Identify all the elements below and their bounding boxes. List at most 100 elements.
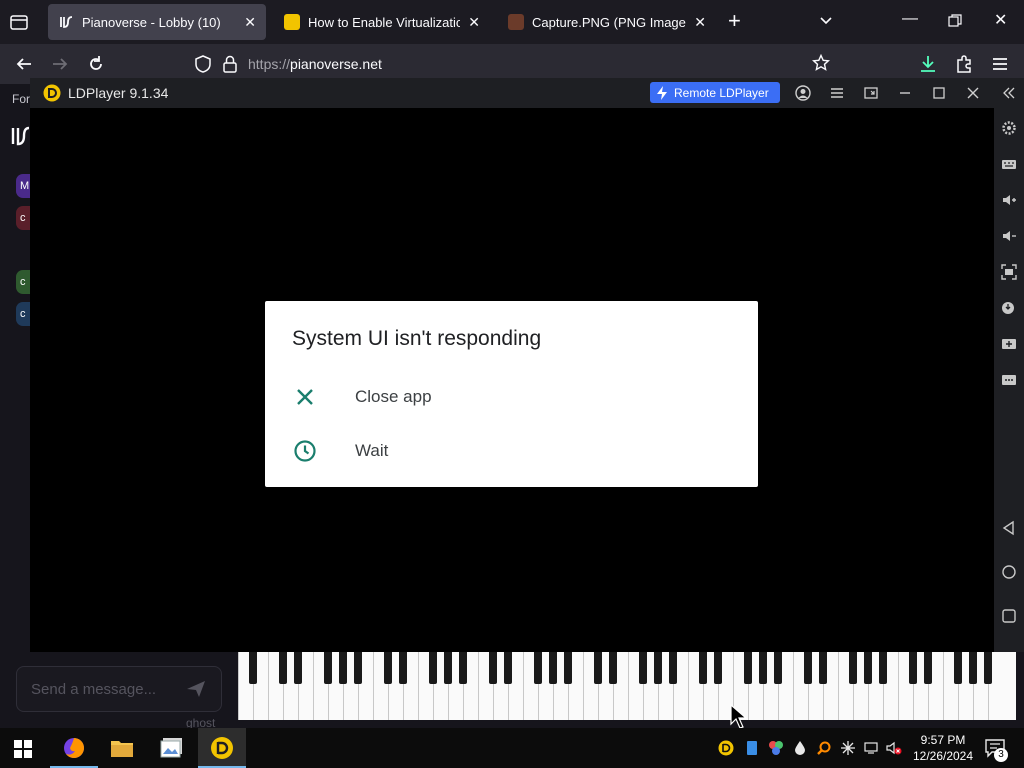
android-home-icon[interactable]	[1001, 564, 1017, 580]
piano-black-key[interactable]	[714, 652, 722, 684]
new-tab-button[interactable]: +	[728, 10, 741, 32]
piano-black-key[interactable]	[459, 652, 467, 684]
firefox-taskbar-app[interactable]	[50, 728, 98, 768]
piano-white-key[interactable]	[898, 652, 899, 720]
menu-hamburger-icon[interactable]	[990, 54, 1010, 74]
piano-white-key[interactable]	[418, 652, 419, 720]
piano-black-key[interactable]	[954, 652, 962, 684]
tab-close-icon[interactable]: ✕	[244, 14, 256, 31]
piano-white-key[interactable]	[313, 652, 314, 720]
screenshot-icon[interactable]	[1001, 264, 1017, 280]
more-options-icon[interactable]	[1001, 372, 1017, 388]
user-chip[interactable]: c	[16, 270, 30, 294]
piano-white-key[interactable]	[628, 652, 629, 720]
close-window-button[interactable]: ✕	[994, 10, 1007, 30]
piano-black-key[interactable]	[564, 652, 572, 684]
user-chip[interactable]: c	[16, 302, 30, 326]
lock-icon[interactable]	[222, 54, 238, 74]
piano-black-key[interactable]	[924, 652, 932, 684]
apk-install-icon[interactable]	[1001, 300, 1017, 316]
tab-capture-image[interactable]: Capture.PNG (PNG Image, 172 ✕	[498, 4, 716, 40]
system-clock[interactable]: 9:57 PM 12/26/2024	[908, 732, 978, 764]
piano-black-key[interactable]	[984, 652, 992, 684]
piano-white-key[interactable]	[523, 652, 524, 720]
piano-black-key[interactable]	[249, 652, 257, 684]
piano-white-key[interactable]	[478, 652, 479, 720]
menu-icon[interactable]	[828, 84, 846, 102]
tablet-tray-icon[interactable]	[744, 740, 760, 756]
shield-icon[interactable]	[194, 54, 212, 74]
piano-black-key[interactable]	[294, 652, 302, 684]
network-tray-icon[interactable]	[864, 740, 880, 756]
piano-white-key[interactable]	[838, 652, 839, 720]
piano-black-key[interactable]	[444, 652, 452, 684]
account-icon[interactable]	[794, 84, 812, 102]
piano-black-key[interactable]	[399, 652, 407, 684]
pianoverse-logo-icon[interactable]	[10, 124, 30, 148]
tab-list-icon[interactable]	[8, 11, 30, 33]
piano-keyboard[interactable]	[238, 652, 1016, 720]
piano-white-key[interactable]	[688, 652, 689, 720]
bookmark-star-icon[interactable]	[812, 54, 830, 72]
screen-mode-icon[interactable]	[862, 84, 880, 102]
piano-black-key[interactable]	[819, 652, 827, 684]
wait-option[interactable]: Wait	[265, 427, 758, 475]
piano-black-key[interactable]	[609, 652, 617, 684]
reload-icon[interactable]	[86, 54, 106, 74]
volume-up-icon[interactable]	[1001, 192, 1017, 208]
piano-black-key[interactable]	[489, 652, 497, 684]
android-recents-icon[interactable]	[1001, 608, 1017, 624]
piano-black-key[interactable]	[699, 652, 707, 684]
piano-black-key[interactable]	[969, 652, 977, 684]
piano-black-key[interactable]	[354, 652, 362, 684]
tab-virtualization[interactable]: How to Enable Virtualization (W ✕	[274, 4, 490, 40]
android-back-icon[interactable]	[1001, 520, 1017, 536]
remote-ldplayer-button[interactable]: Remote LDPlayer	[650, 82, 780, 103]
downloads-icon[interactable]	[918, 54, 938, 74]
piano-black-key[interactable]	[279, 652, 287, 684]
forward-arrow-icon[interactable]	[50, 54, 70, 74]
restore-window-button[interactable]	[948, 14, 962, 28]
piano-white-key[interactable]	[268, 652, 269, 720]
piano-black-key[interactable]	[759, 652, 767, 684]
volume-down-icon[interactable]	[1001, 228, 1017, 244]
chevron-down-icon[interactable]	[818, 12, 834, 28]
piano-black-key[interactable]	[549, 652, 557, 684]
extensions-icon[interactable]	[954, 54, 974, 74]
piano-black-key[interactable]	[639, 652, 647, 684]
piano-white-key[interactable]	[943, 652, 944, 720]
minimize-window-button[interactable]: —	[902, 10, 918, 28]
keyboard-mapping-icon[interactable]	[1001, 156, 1017, 172]
address-bar[interactable]: https://pianoverse.net	[190, 50, 840, 78]
piano-white-key[interactable]	[583, 652, 584, 720]
close-app-option[interactable]: Close app	[265, 373, 758, 421]
ldplayer-taskbar-app[interactable]	[198, 728, 246, 768]
multi-instance-icon[interactable]	[1001, 336, 1017, 352]
back-arrow-icon[interactable]	[14, 54, 34, 74]
magnifier-tray-icon[interactable]	[816, 740, 832, 756]
ldplayer-titlebar[interactable]: LDPlayer 9.1.34 Remote LDPlayer	[30, 78, 1024, 108]
piano-black-key[interactable]	[804, 652, 812, 684]
file-explorer-taskbar-app[interactable]	[98, 728, 146, 768]
piano-black-key[interactable]	[534, 652, 542, 684]
piano-black-key[interactable]	[669, 652, 677, 684]
ldplayer-tray-icon[interactable]	[718, 740, 734, 756]
water-drop-tray-icon[interactable]	[792, 740, 808, 756]
piano-black-key[interactable]	[879, 652, 887, 684]
collapse-sidebar-icon[interactable]	[1000, 84, 1018, 102]
piano-black-key[interactable]	[324, 652, 332, 684]
piano-keys[interactable]	[238, 652, 1016, 720]
user-chip[interactable]: M	[16, 174, 30, 198]
piano-black-key[interactable]	[339, 652, 347, 684]
piano-black-key[interactable]	[849, 652, 857, 684]
piano-white-key[interactable]	[238, 652, 239, 720]
piano-black-key[interactable]	[774, 652, 782, 684]
tab-close-icon[interactable]: ✕	[468, 14, 480, 31]
piano-black-key[interactable]	[909, 652, 917, 684]
minimize-icon[interactable]	[896, 84, 914, 102]
url-text[interactable]: https://pianoverse.net	[248, 56, 382, 72]
piano-black-key[interactable]	[594, 652, 602, 684]
piano-white-key[interactable]	[373, 652, 374, 720]
user-chip[interactable]: c	[16, 206, 30, 230]
piano-black-key[interactable]	[864, 652, 872, 684]
